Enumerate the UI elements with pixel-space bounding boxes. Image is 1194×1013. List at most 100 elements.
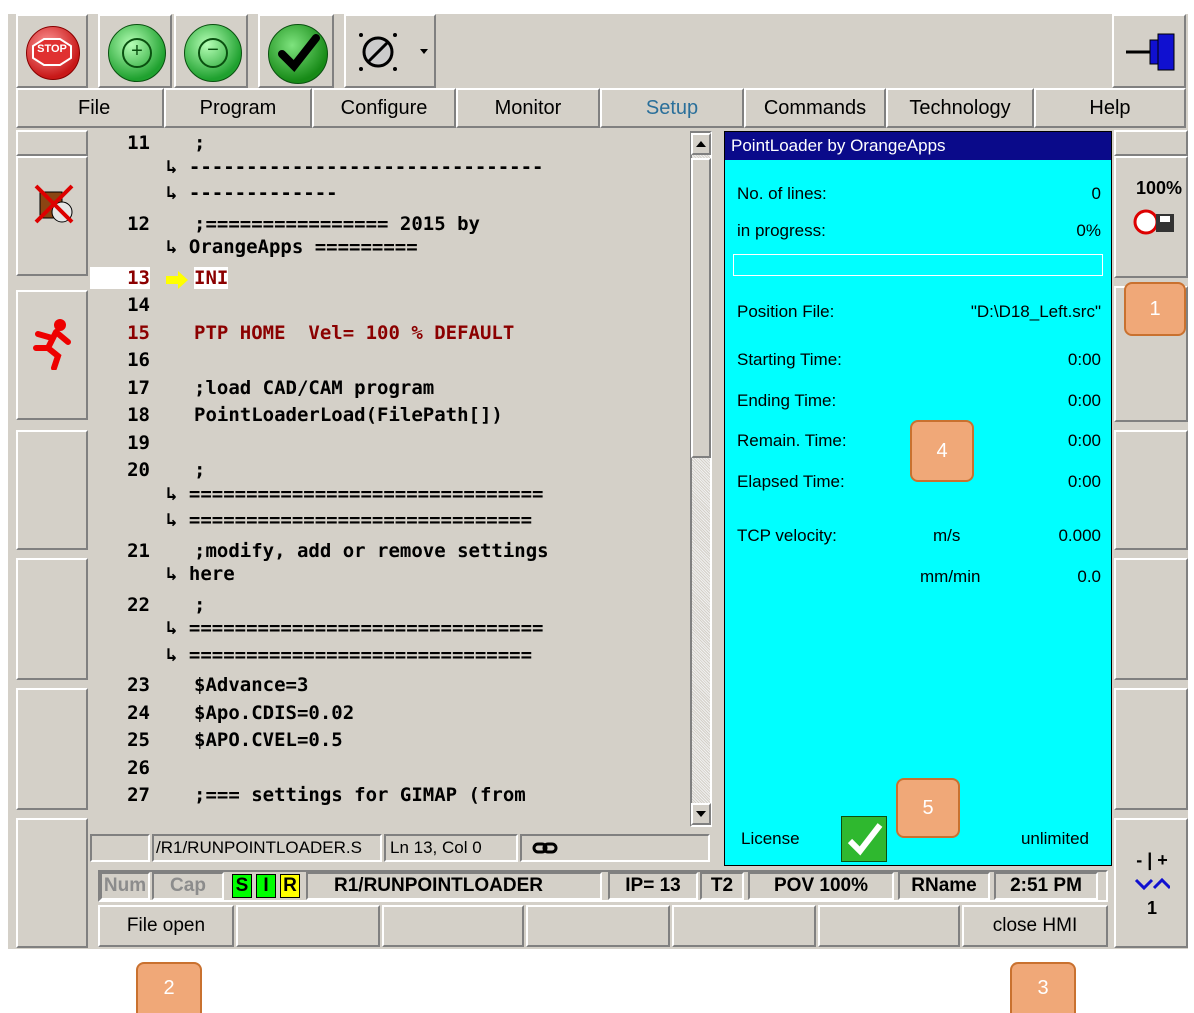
start-backward-button[interactable]: − bbox=[174, 14, 248, 88]
jog-value: 1 bbox=[1146, 898, 1157, 918]
tcp-unit-ms: m/s bbox=[933, 526, 961, 545]
code-line[interactable]: 14 bbox=[90, 294, 688, 322]
selected-program: R1/RUNPOINTLOADER bbox=[306, 872, 602, 900]
code-wrap: ↳ ============================== bbox=[166, 509, 532, 531]
right-softkey-3[interactable] bbox=[1114, 430, 1188, 550]
code-text: ;load CAD/CAM program bbox=[194, 376, 435, 399]
pin-icon bbox=[1124, 30, 1178, 74]
tcp-velocity-label: TCP velocity: bbox=[737, 526, 837, 545]
code-line[interactable]: 23 $Advance=3 bbox=[90, 674, 688, 702]
scroll-up-button[interactable] bbox=[691, 133, 711, 155]
menu-configure[interactable]: Configure bbox=[312, 88, 456, 128]
softkey-file-open[interactable]: File open bbox=[98, 905, 234, 947]
robot-interpreter-indicator: R bbox=[280, 874, 300, 898]
code-wrap-text: =============================== bbox=[188, 482, 544, 505]
position-file-value: "D:\D18_Left.src" bbox=[970, 302, 1101, 321]
left-softkey-6[interactable] bbox=[16, 818, 88, 948]
line-number: 20 bbox=[127, 459, 150, 481]
editor-link-cell bbox=[520, 834, 710, 862]
code-line[interactable]: 25 $APO.CVEL=0.5 bbox=[90, 729, 688, 757]
submit-interpreter-indicator: S bbox=[232, 874, 252, 898]
drives-indicator: I bbox=[256, 874, 276, 898]
tcp-value-ms: 0.000 bbox=[1058, 526, 1101, 545]
code-line[interactable]: 15 PTP HOME Vel= 100 % DEFAULT bbox=[90, 322, 688, 350]
code-line[interactable]: 26 bbox=[90, 757, 688, 785]
left-softkey-5[interactable] bbox=[16, 688, 88, 810]
code-line[interactable]: 19 bbox=[90, 432, 688, 460]
override-value: 100% bbox=[1135, 178, 1182, 198]
softkey-2[interactable] bbox=[236, 905, 380, 947]
menu-file[interactable]: File bbox=[16, 88, 164, 128]
running-man-icon bbox=[32, 318, 76, 371]
left-softkey-3[interactable] bbox=[16, 430, 88, 550]
tcp-value-mmmin: 0.0 bbox=[1077, 567, 1101, 586]
wrap-arrow-icon: ↳ bbox=[166, 182, 189, 204]
jog-label: - | + bbox=[1136, 850, 1168, 870]
softkey-4[interactable] bbox=[526, 905, 670, 947]
code-line[interactable]: 16 bbox=[90, 349, 688, 377]
code-text: PointLoaderLoad(FilePath[]) bbox=[194, 404, 503, 426]
softkey-5[interactable] bbox=[672, 905, 816, 947]
scroll-thumb[interactable] bbox=[691, 158, 711, 458]
line-number: 22 bbox=[127, 593, 150, 616]
license-value: unlimited bbox=[1020, 829, 1089, 848]
callout-badge-3: 3 bbox=[1010, 962, 1076, 1013]
code-line[interactable]: 24 $Apo.CDIS=0.02 bbox=[90, 702, 688, 730]
code-line[interactable]: 13 INI bbox=[90, 266, 688, 295]
left-softkey-top[interactable] bbox=[16, 130, 88, 156]
jog-keys-button[interactable]: - | + 1 bbox=[1114, 818, 1188, 948]
softkey-close-hmi[interactable]: close HMI bbox=[962, 905, 1108, 947]
line-number: 16 bbox=[127, 349, 150, 371]
menu-technology[interactable]: Technology bbox=[886, 88, 1034, 128]
left-softkey-4[interactable] bbox=[16, 558, 88, 680]
code-wrap: ↳ ------------- bbox=[166, 182, 338, 204]
confirm-button[interactable] bbox=[258, 14, 334, 88]
code-wrap-text: =============================== bbox=[188, 617, 544, 639]
wrap-arrow-icon: ↳ bbox=[166, 643, 189, 666]
menu-commands[interactable]: Commands bbox=[744, 88, 886, 128]
num-lock-indicator: Num bbox=[100, 872, 150, 900]
file-path: /R1/RUNPOINTLOADER.S bbox=[152, 834, 382, 862]
cell-bypass-button[interactable] bbox=[16, 156, 88, 276]
code-line[interactable]: 27 ;=== settings for GIMAP (from bbox=[90, 784, 688, 812]
code-line[interactable]: 17 ;load CAD/CAM program bbox=[90, 377, 688, 405]
scroll-down-button[interactable] bbox=[691, 803, 711, 825]
right-softkey-4[interactable] bbox=[1114, 558, 1188, 680]
starting-time-value: 0:00 bbox=[1067, 350, 1101, 369]
wrap-arrow-icon: ↳ bbox=[166, 236, 189, 258]
code-wrap: ↳ =============================== bbox=[166, 617, 544, 639]
code-wrap-text: ------------------------------- bbox=[188, 155, 544, 178]
wrap-arrow-icon: ↳ bbox=[166, 155, 189, 178]
override-button[interactable]: 100% bbox=[1114, 156, 1188, 278]
code-line[interactable]: 18 PointLoaderLoad(FilePath[]) bbox=[90, 404, 688, 432]
line-number: 13 bbox=[90, 266, 150, 289]
start-forward-button[interactable]: + bbox=[98, 14, 172, 88]
progress-label: in progress: bbox=[737, 221, 826, 240]
jog-arrows-icon bbox=[1134, 876, 1172, 892]
softkey-6[interactable] bbox=[818, 905, 960, 947]
position-file-label: Position File: bbox=[737, 302, 835, 321]
right-softkey-5[interactable] bbox=[1114, 688, 1188, 810]
code-text: $Advance=3 bbox=[194, 674, 309, 696]
stop-button[interactable]: STOP bbox=[16, 14, 88, 88]
run-mode-button[interactable] bbox=[16, 290, 88, 420]
menu-setup[interactable]: Setup bbox=[600, 88, 744, 128]
menu-program[interactable]: Program bbox=[164, 88, 312, 128]
robot-name: RName bbox=[898, 872, 990, 900]
ip-indicator: IP= 13 bbox=[608, 872, 698, 900]
code-wrap-text: ============================== bbox=[188, 509, 533, 531]
remain-time-label: Remain. Time: bbox=[737, 431, 847, 450]
wrap-arrow-icon: ↳ bbox=[166, 617, 189, 639]
code-text: ; bbox=[194, 459, 206, 481]
minus-symbol: − bbox=[207, 39, 219, 61]
right-softkey-top[interactable] bbox=[1114, 130, 1188, 156]
window-pin-button[interactable] bbox=[1112, 14, 1186, 88]
line-number: 12 bbox=[127, 212, 150, 235]
line-number: 19 bbox=[127, 431, 150, 454]
menu-monitor[interactable]: Monitor bbox=[456, 88, 600, 128]
speed-save-icon bbox=[1126, 204, 1180, 236]
softkey-3[interactable] bbox=[382, 905, 524, 947]
program-editor[interactable]: 11; ↳ ------------------------------- ↳ --… bbox=[90, 130, 688, 833]
program-run-mode-dropdown[interactable] bbox=[344, 14, 436, 88]
menu-help[interactable]: Help bbox=[1034, 88, 1186, 128]
